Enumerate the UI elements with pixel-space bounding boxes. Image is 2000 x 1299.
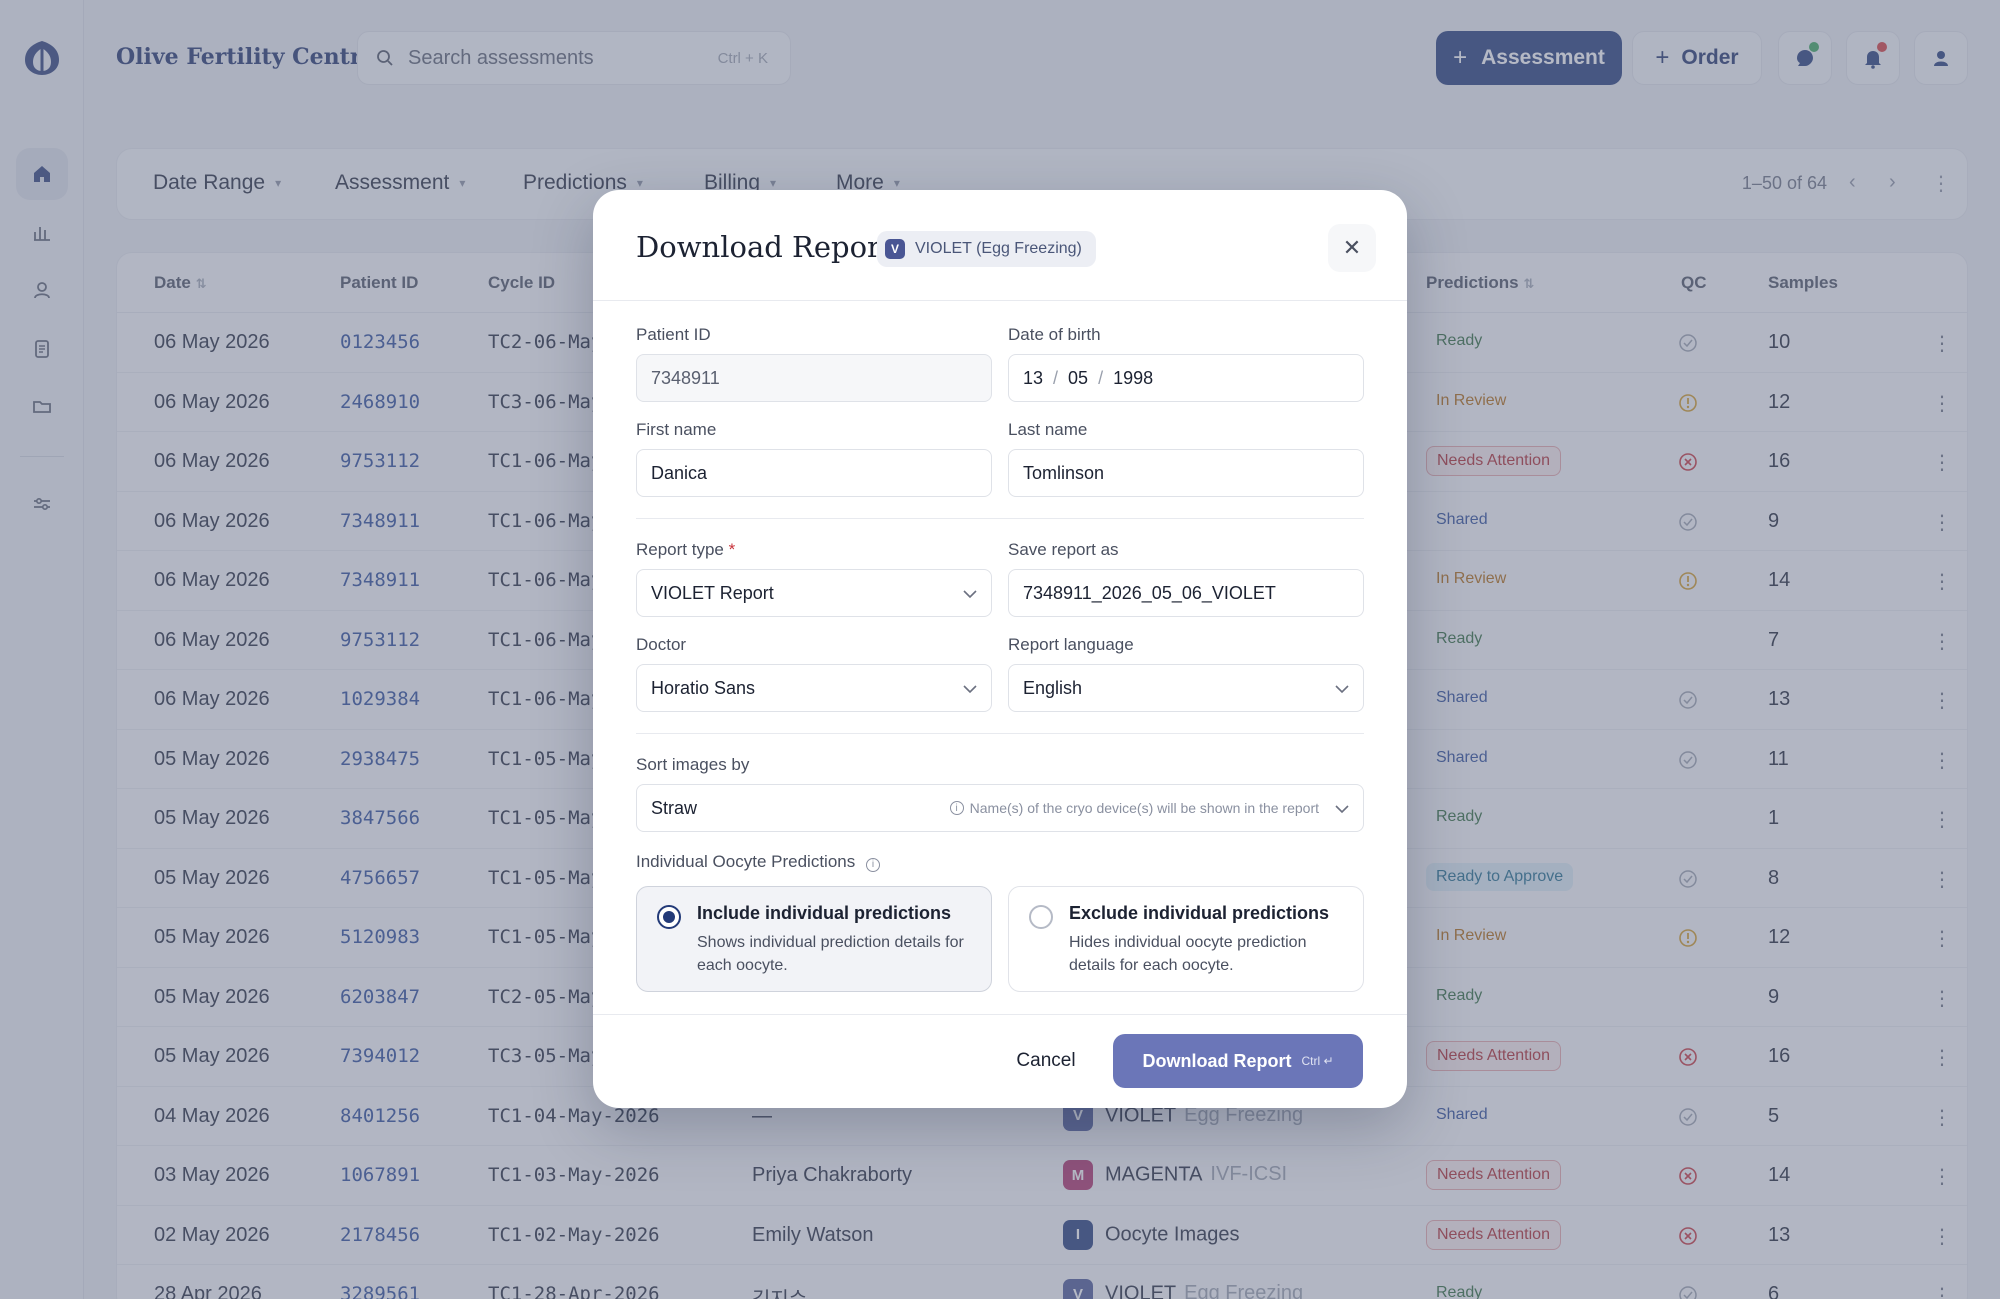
include-title: Include individual predictions: [697, 903, 952, 923]
patient-id-field: 7348911: [636, 354, 992, 402]
exclude-radio[interactable]: [1029, 905, 1053, 929]
exclude-desc: Hides individual oocyte prediction detai…: [1069, 934, 1307, 974]
section-divider: [636, 518, 1364, 519]
include-radio[interactable]: [657, 905, 681, 929]
include-predictions-option[interactable]: Include individual predictions Shows ind…: [636, 886, 992, 992]
download-report-label: Download Report: [1142, 1050, 1292, 1071]
exclude-predictions-option[interactable]: Exclude individual predictions Hides ind…: [1008, 886, 1364, 992]
chevron-down-icon: [963, 678, 977, 699]
download-report-modal: Download Report V VIOLET (Egg Freezing) …: [593, 190, 1407, 1108]
patient-id-label: Patient ID: [636, 325, 711, 344]
modal-footer-divider: [593, 1014, 1407, 1015]
download-report-button[interactable]: Download Report Ctrl ↵: [1113, 1034, 1363, 1088]
close-button[interactable]: ✕: [1328, 224, 1376, 272]
doctor-label: Doctor: [636, 635, 687, 654]
download-shortcut: Ctrl ↵: [1301, 1054, 1334, 1068]
language-label: Report language: [1008, 635, 1134, 654]
language-select[interactable]: English: [1008, 664, 1364, 712]
save-as-field[interactable]: 7348911_2026_05_06_VIOLET: [1008, 569, 1364, 617]
chevron-down-icon: [1335, 798, 1349, 819]
dob-month[interactable]: 05: [1068, 368, 1088, 389]
info-icon: i: [949, 801, 964, 815]
close-icon: ✕: [1342, 235, 1362, 260]
violet-badge: V: [885, 239, 905, 259]
report-type-select[interactable]: VIOLET Report: [636, 569, 992, 617]
dob-day[interactable]: 13: [1023, 368, 1043, 389]
modal-title: Download Report: [636, 230, 893, 264]
assessment-tag: V VIOLET (Egg Freezing): [877, 231, 1096, 267]
info-icon: i: [865, 857, 880, 872]
report-type-label: Report type *: [636, 540, 736, 559]
assessment-tag-label: VIOLET (Egg Freezing): [915, 240, 1082, 257]
first-name-label: First name: [636, 420, 717, 439]
chevron-down-icon: [1335, 678, 1349, 699]
include-desc: Shows individual prediction details for …: [697, 934, 964, 974]
oocyte-predictions-label: Individual Oocyte Predictions i: [636, 852, 880, 872]
dob-year[interactable]: 1998: [1113, 368, 1153, 389]
dob-field[interactable]: 13/ 05/ 1998: [1008, 354, 1364, 402]
last-name-field[interactable]: Tomlinson: [1008, 449, 1364, 497]
save-as-label: Save report as: [1008, 540, 1119, 559]
chevron-down-icon: [963, 583, 977, 604]
last-name-label: Last name: [1008, 420, 1088, 439]
dob-label: Date of birth: [1008, 325, 1101, 344]
sort-images-select[interactable]: Straw i Name(s) of the cryo device(s) wil…: [636, 784, 1364, 832]
sort-hint: i Name(s) of the cryo device(s) will be s…: [949, 800, 1319, 816]
modal-header-divider: [593, 300, 1407, 301]
doctor-select[interactable]: Horatio Sans: [636, 664, 992, 712]
cancel-button[interactable]: Cancel: [992, 1034, 1100, 1088]
section-divider: [636, 733, 1364, 734]
exclude-title: Exclude individual predictions: [1069, 903, 1330, 923]
first-name-field[interactable]: Danica: [636, 449, 992, 497]
sort-images-label: Sort images by: [636, 755, 750, 774]
